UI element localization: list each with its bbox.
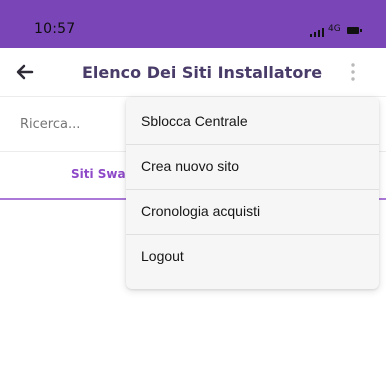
overflow-menu: Sblocca Centrale Crea nuovo sito Cronolo… (126, 97, 379, 289)
signal-icon (310, 28, 324, 37)
menu-item-logout[interactable]: Logout (126, 235, 379, 280)
network-type: 4G (328, 24, 341, 34)
status-time: 10:57 (34, 21, 76, 37)
status-bar: 10:57 4G (0, 0, 386, 48)
menu-item-cronologia-acquisti[interactable]: Cronologia acquisti (126, 190, 379, 235)
menu-item-label: Logout (141, 248, 184, 264)
battery-icon (347, 27, 362, 34)
menu-item-sblocca-centrale[interactable]: Sblocca Centrale (126, 100, 379, 145)
tab-siti-swa[interactable]: Siti Swa (71, 167, 126, 181)
menu-item-label: Sblocca Centrale (141, 113, 248, 129)
menu-item-crea-nuovo-sito[interactable]: Crea nuovo sito (126, 145, 379, 190)
arrow-left-icon[interactable] (14, 62, 36, 82)
page-title: Elenco Dei Siti Installatore (82, 63, 323, 82)
menu-item-label: Cronologia acquisti (141, 203, 261, 219)
search-input[interactable] (18, 111, 112, 137)
app-bar: Elenco Dei Siti Installatore (0, 48, 386, 97)
menu-item-label: Crea nuovo sito (141, 158, 240, 174)
more-vertical-icon[interactable] (344, 60, 362, 84)
